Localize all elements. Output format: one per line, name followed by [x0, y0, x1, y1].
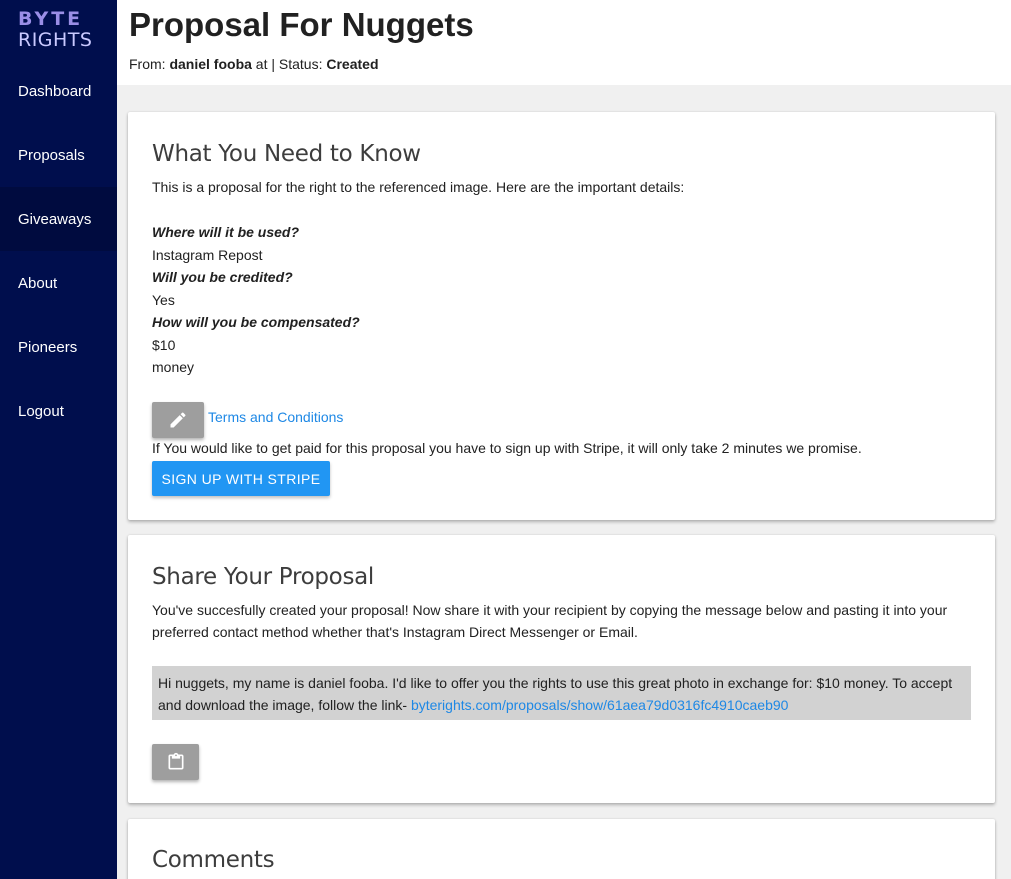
know-card-title: What You Need to Know — [152, 141, 421, 167]
stripe-note: If You would like to get paid for this p… — [152, 440, 862, 456]
sidebar: BYTE RIGHTS Dashboard Proposals Giveaway… — [0, 0, 117, 879]
question-usage: Where will it be used? — [152, 224, 300, 240]
pencil-icon — [170, 412, 186, 428]
know-card: What You Need to Know This is a proposal… — [128, 112, 995, 520]
sidebar-item-dashboard[interactable]: Dashboard — [0, 59, 117, 123]
clipboard-icon — [168, 752, 183, 770]
proposal-link[interactable]: byterights.com/proposals/show/61aea79d03… — [411, 697, 789, 713]
share-message-box: Hi nuggets, my name is daniel fooba. I'd… — [152, 666, 971, 720]
answer-amount: $10 — [152, 337, 176, 353]
sign-up-stripe-button[interactable]: SIGN UP WITH STRIPE — [152, 461, 330, 496]
page-header: Proposal For Nuggets From: daniel fooba … — [117, 0, 1011, 85]
sidebar-item-proposals[interactable]: Proposals — [0, 123, 117, 187]
from-name: daniel fooba — [169, 56, 252, 72]
sidebar-item-about[interactable]: About — [0, 251, 117, 315]
edit-button[interactable] — [152, 402, 204, 438]
proposal-meta: From: daniel fooba at | Status: Created — [129, 56, 379, 72]
from-prefix: From: — [129, 56, 166, 72]
question-credit: Will you be credited? — [152, 269, 293, 285]
answer-credit: Yes — [152, 292, 175, 308]
terms-link[interactable]: Terms and Conditions — [208, 409, 343, 425]
share-card: Share Your Proposal You've succesfully c… — [128, 535, 995, 803]
logo-line-1: BYTE — [18, 8, 84, 30]
share-card-title: Share Your Proposal — [152, 564, 375, 590]
copy-button[interactable] — [152, 744, 199, 780]
status-value: Created — [326, 56, 379, 72]
sidebar-item-logout[interactable]: Logout — [0, 379, 117, 443]
sidebar-item-giveaways[interactable]: Giveaways — [0, 187, 117, 251]
share-description: You've succesfully created your proposal… — [152, 602, 948, 640]
comments-card: Comments — [128, 819, 995, 879]
at-status-label: at | Status: — [255, 56, 323, 72]
know-intro: This is a proposal for the right to the … — [152, 179, 685, 195]
comments-card-title: Comments — [152, 847, 275, 873]
answer-type: money — [152, 359, 195, 375]
logo-line-2: RIGHTS — [18, 29, 93, 51]
sidebar-item-pioneers[interactable]: Pioneers — [0, 315, 117, 379]
answer-usage: Instagram Repost — [152, 247, 263, 263]
page-title: Proposal For Nuggets — [129, 6, 474, 43]
byterights-logo[interactable]: BYTE RIGHTS — [18, 9, 98, 51]
question-compensation: How will you be compensated? — [152, 314, 360, 330]
